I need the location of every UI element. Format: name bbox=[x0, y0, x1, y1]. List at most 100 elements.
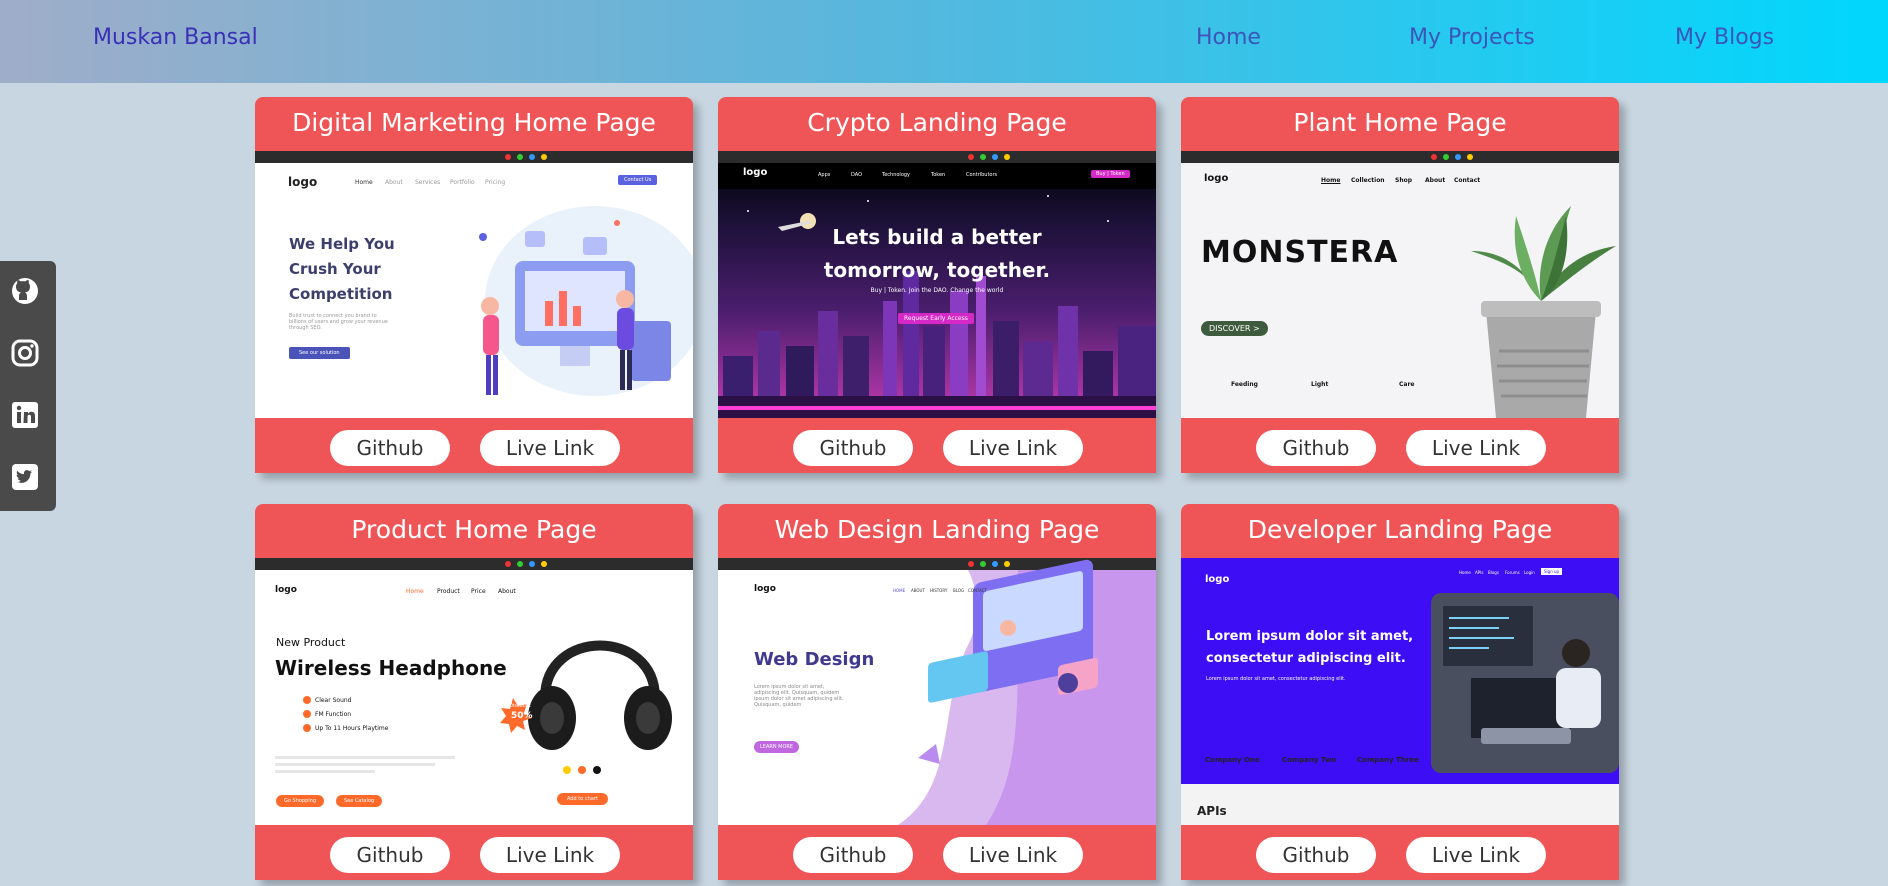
mockup-menu-item: Home bbox=[406, 588, 424, 595]
mockup-menu-item: Contributors bbox=[966, 172, 998, 178]
mockup-bullet: Up To 11 Hours Playtime bbox=[315, 725, 389, 732]
mockup-body: Lorem ipsum dolor sit amet, adipiscing e… bbox=[754, 684, 844, 708]
mockup-headline: Wireless Headphone bbox=[275, 656, 507, 680]
mockup-button: Add to chart bbox=[557, 793, 608, 805]
mockup-logo: logo bbox=[1205, 574, 1230, 585]
mockup-cta: Contact Us bbox=[618, 175, 658, 185]
twitter-icon[interactable] bbox=[10, 462, 40, 492]
linkedin-icon[interactable] bbox=[10, 400, 40, 430]
github-button[interactable]: Github bbox=[1256, 837, 1376, 873]
mockup-headline: Crush Your bbox=[289, 260, 381, 278]
github-icon[interactable] bbox=[10, 276, 40, 306]
project-title: Plant Home Page bbox=[1293, 108, 1507, 137]
live-link-button[interactable]: Live Link bbox=[943, 837, 1083, 873]
mockup-menu-item: Technology bbox=[882, 172, 911, 178]
mockup-headline: Lorem ipsum dolor sit amet, bbox=[1206, 629, 1414, 644]
mockup-menu-item: Collection bbox=[1351, 177, 1385, 184]
mockup-company: Company Three bbox=[1357, 756, 1419, 764]
mockup-feature: Light bbox=[1311, 381, 1329, 388]
live-link-button[interactable]: Live Link bbox=[1406, 430, 1546, 466]
mockup-company: Company Two bbox=[1282, 756, 1337, 764]
mockup-logo: logo bbox=[743, 167, 768, 178]
project-title: Product Home Page bbox=[351, 515, 597, 544]
mockup-headline: tomorrow, together. bbox=[823, 258, 1051, 282]
mockup-button: Request Early Access bbox=[898, 313, 974, 324]
mockup-menu-item: Home bbox=[1459, 570, 1471, 575]
mockup-bullet: Clear Sound bbox=[315, 697, 352, 704]
mockup-menu-item: Services bbox=[415, 179, 441, 186]
project-card-digital-marketing: Digital Marketing Home Page logo Home Ab… bbox=[255, 97, 693, 473]
instagram-icon[interactable] bbox=[10, 338, 40, 368]
mockup-feature: Feeding bbox=[1231, 381, 1258, 388]
mockup-menu-item: ABOUT bbox=[911, 588, 925, 593]
mockup-menu-item: DAO bbox=[851, 172, 863, 178]
mockup-button: See Catalog bbox=[336, 795, 383, 807]
mockup-logo: logo bbox=[288, 175, 318, 189]
mockup-button: Go Shopping bbox=[276, 795, 325, 807]
mockup-bullet: FM Function bbox=[315, 711, 352, 718]
mockup-badge-label: Discount bbox=[509, 703, 531, 709]
mockup-headline: We Help You bbox=[289, 235, 395, 253]
mockup-body: Build trust to connect you brand to bill… bbox=[289, 313, 388, 331]
mockup-headline: consectetur adipiscing elit. bbox=[1206, 651, 1406, 666]
nav-link-home[interactable]: Home bbox=[1196, 25, 1261, 50]
project-card-plant: Plant Home Page logo Home Collection Sho… bbox=[1181, 97, 1619, 473]
mockup-headline: Lets build a better bbox=[832, 225, 1042, 249]
mockup-menu-item: Shop bbox=[1395, 177, 1413, 184]
github-button[interactable]: Github bbox=[330, 837, 450, 873]
project-title: Web Design Landing Page bbox=[774, 515, 1100, 544]
mockup-menu-item: Apps bbox=[818, 172, 831, 178]
mockup-badge-value: 50% bbox=[511, 711, 533, 721]
project-screenshot: logo Home Collection Shop About Contact … bbox=[1181, 151, 1619, 418]
mockup-menu-item: Home bbox=[1321, 177, 1341, 184]
mockup-menu-item: About bbox=[385, 179, 403, 186]
mockup-company: Company One bbox=[1205, 756, 1260, 764]
project-title: Crypto Landing Page bbox=[807, 108, 1067, 137]
mockup-menu-item: Portfolio bbox=[450, 179, 475, 186]
mockup-headline: Web Design bbox=[754, 649, 875, 670]
mockup-logo: logo bbox=[275, 585, 297, 595]
github-button[interactable]: Github bbox=[1256, 430, 1376, 466]
project-card-crypto: Crypto Landing Page logo Apps DAO Techno… bbox=[718, 97, 1156, 473]
mockup-menu-item: About bbox=[1425, 177, 1446, 184]
mockup-button: See our solution bbox=[289, 347, 350, 359]
project-screenshot: logo Home Product Price About New Produc… bbox=[255, 558, 693, 825]
project-card-web-design: Web Design Landing Page logo HOME ABOUT … bbox=[718, 504, 1156, 880]
mockup-body: Lorem ipsum dolor sit amet, consectetur … bbox=[1206, 676, 1346, 682]
mockup-menu-item: About bbox=[498, 588, 516, 595]
mockup-menu-item: HISTORY bbox=[930, 588, 948, 593]
mockup-menu-item: Forums bbox=[1505, 570, 1520, 575]
project-screenshot: logo Home About Services Portfolio Prici… bbox=[255, 151, 693, 418]
live-link-button[interactable]: Live Link bbox=[480, 430, 620, 466]
mockup-menu-item: Token bbox=[931, 172, 946, 178]
brand-name[interactable]: Muskan Bansal bbox=[93, 25, 258, 50]
mockup-menu-item: BLOG bbox=[953, 588, 965, 593]
nav-link-my-projects[interactable]: My Projects bbox=[1409, 25, 1535, 50]
github-button[interactable]: Github bbox=[793, 837, 913, 873]
github-button[interactable]: Github bbox=[793, 430, 913, 466]
mockup-logo: logo bbox=[1204, 173, 1229, 184]
mockup-headline: MONSTERA bbox=[1201, 235, 1399, 270]
mockup-menu-item: APIs bbox=[1475, 570, 1484, 575]
mockup-menu-item: HOME bbox=[893, 588, 906, 593]
live-link-button[interactable]: Live Link bbox=[480, 837, 620, 873]
nav-link-my-blogs[interactable]: My Blogs bbox=[1675, 25, 1774, 50]
mockup-body: Buy | Token. Join the DAO. Change the wo… bbox=[870, 287, 1004, 294]
mockup-menu-item: Sign up bbox=[1541, 568, 1563, 575]
mockup-logo: logo bbox=[754, 584, 776, 594]
social-sidebar bbox=[0, 261, 56, 511]
mockup-feature: Care bbox=[1399, 381, 1415, 388]
mockup-menu-item: Home bbox=[355, 179, 373, 186]
live-link-button[interactable]: Live Link bbox=[943, 430, 1083, 466]
live-link-button[interactable]: Live Link bbox=[1406, 837, 1546, 873]
mockup-headline: Competition bbox=[289, 285, 393, 303]
mockup-menu-item: Price bbox=[471, 588, 486, 595]
mockup-kicker: New Product bbox=[276, 636, 346, 649]
project-screenshot: logo Apps DAO Technology Token Contribut… bbox=[718, 151, 1156, 418]
project-title: Digital Marketing Home Page bbox=[292, 108, 656, 137]
mockup-cta: Buy | Token bbox=[1091, 170, 1130, 178]
mockup-menu-item: CONTACT bbox=[968, 588, 987, 593]
project-title: Developer Landing Page bbox=[1247, 515, 1553, 544]
github-button[interactable]: Github bbox=[330, 430, 450, 466]
mockup-button: DISCOVER > bbox=[1201, 321, 1268, 336]
